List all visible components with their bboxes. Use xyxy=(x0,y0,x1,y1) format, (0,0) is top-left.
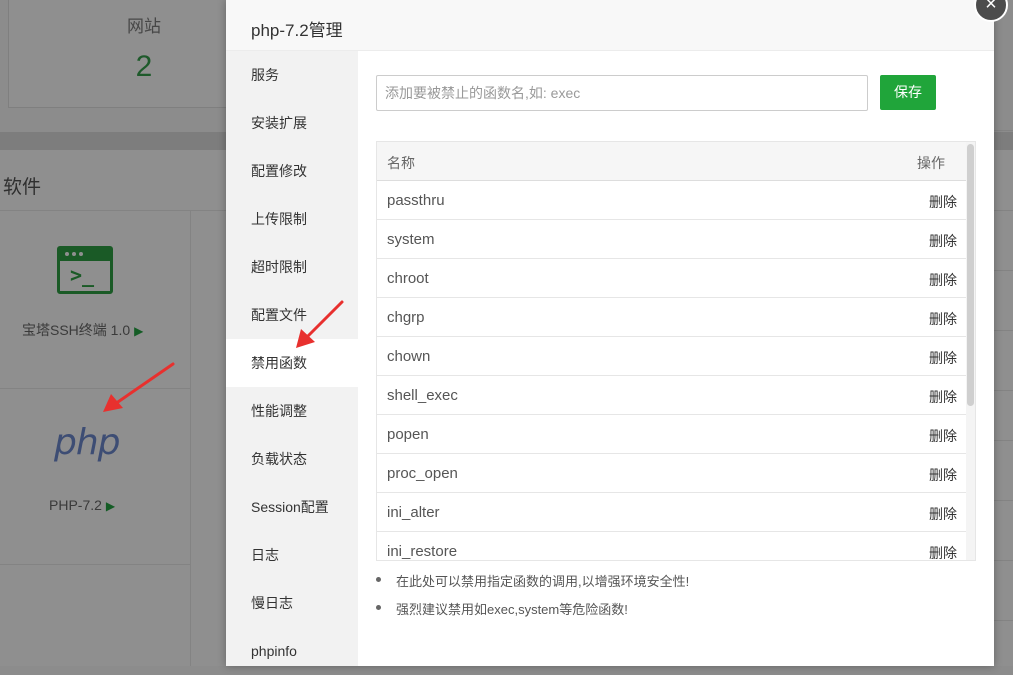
nav-item-slow-log[interactable]: 慢日志 xyxy=(226,579,358,627)
delete-link[interactable]: 删除 xyxy=(929,231,957,251)
tip-item: 在此处可以禁用指定函数的调用,以增强环境安全性! xyxy=(376,571,976,599)
tip-item: 强烈建议禁用如exec,system等危险函数! xyxy=(376,599,976,627)
save-button[interactable]: 保存 xyxy=(880,75,936,110)
table-row: chroot 删除 xyxy=(377,259,967,298)
tips-list: 在此处可以禁用指定函数的调用,以增强环境安全性! 强烈建议禁用如exec,sys… xyxy=(376,571,976,627)
column-header-name: 名称 xyxy=(387,155,415,171)
scrollbar-thumb[interactable] xyxy=(967,144,974,406)
function-name-input[interactable] xyxy=(376,75,868,111)
table-row: popen 删除 xyxy=(377,415,967,454)
table-row: system 删除 xyxy=(377,220,967,259)
table-row: passthru 删除 xyxy=(377,181,967,220)
disabled-functions-panel: 保存 名称 操作 passthru 删除 system 删除 chroot 删除 ch… xyxy=(358,51,994,666)
delete-link[interactable]: 删除 xyxy=(929,192,957,212)
php-app-label[interactable]: PHP-7.2 ▶ xyxy=(49,497,115,513)
delete-link[interactable]: 删除 xyxy=(929,426,957,446)
function-name: system xyxy=(387,231,435,248)
nav-item-service[interactable]: 服务 xyxy=(226,51,358,99)
delete-link[interactable]: 删除 xyxy=(929,309,957,329)
nav-item-upload-limit[interactable]: 上传限制 xyxy=(226,195,358,243)
php-logo-icon[interactable]: php xyxy=(54,422,121,463)
delete-link[interactable]: 删除 xyxy=(929,465,957,485)
php-manage-modal: php-7.2管理 服务 安装扩展 配置修改 上传限制 超时限制 配置文件 禁用… xyxy=(226,0,994,666)
nav-item-config-file[interactable]: 配置文件 xyxy=(226,291,358,339)
function-name: chown xyxy=(387,348,431,365)
table-row: ini_restore 删除 xyxy=(377,532,967,560)
table-row: proc_open 删除 xyxy=(377,454,967,493)
function-name: ini_alter xyxy=(387,504,440,521)
table-row: chgrp 删除 xyxy=(377,298,967,337)
disabled-functions-table: 名称 操作 passthru 删除 system 删除 chroot 删除 chgrp… xyxy=(376,141,976,561)
nav-item-config-edit[interactable]: 配置修改 xyxy=(226,147,358,195)
play-arrow-icon: ▶ xyxy=(134,324,144,338)
ssh-app-label[interactable]: 宝塔SSH终端 1.0 ▶ xyxy=(22,320,143,340)
modal-sidenav: 服务 安装扩展 配置修改 上传限制 超时限制 配置文件 禁用函数 性能调整 负载… xyxy=(226,51,358,666)
nav-item-timeout-limit[interactable]: 超时限制 xyxy=(226,243,358,291)
nav-item-disabled-functions[interactable]: 禁用函数 xyxy=(226,339,358,387)
function-name: chroot xyxy=(387,270,429,287)
modal-title: php-7.2管理 xyxy=(251,21,343,40)
terminal-icon[interactable]: >_ xyxy=(57,246,113,294)
nav-item-log[interactable]: 日志 xyxy=(226,531,358,579)
delete-link[interactable]: 删除 xyxy=(929,348,957,368)
table-row: ini_alter 删除 xyxy=(377,493,967,532)
nav-item-performance[interactable]: 性能调整 xyxy=(226,387,358,435)
table-row: shell_exec 删除 xyxy=(377,376,967,415)
table-row: chown 删除 xyxy=(377,337,967,376)
delete-link[interactable]: 删除 xyxy=(929,543,957,560)
function-name: proc_open xyxy=(387,465,458,482)
nav-item-session-config[interactable]: Session配置 xyxy=(226,483,358,531)
function-name: passthru xyxy=(387,192,445,209)
column-header-action: 操作 xyxy=(917,155,945,171)
nav-item-install-ext[interactable]: 安装扩展 xyxy=(226,99,358,147)
modal-header: php-7.2管理 xyxy=(226,0,994,51)
play-arrow-icon: ▶ xyxy=(105,499,116,513)
delete-link[interactable]: 删除 xyxy=(929,387,957,407)
delete-link[interactable]: 删除 xyxy=(929,504,957,524)
function-name: chgrp xyxy=(387,309,425,326)
delete-link[interactable]: 删除 xyxy=(929,270,957,290)
function-name: shell_exec xyxy=(387,387,458,404)
function-name: popen xyxy=(387,426,429,443)
function-name: ini_restore xyxy=(387,543,458,560)
table-scrollbar[interactable] xyxy=(966,142,975,560)
table-header: 名称 操作 xyxy=(377,142,967,181)
nav-item-load-status[interactable]: 负载状态 xyxy=(226,435,358,483)
nav-item-phpinfo[interactable]: phpinfo xyxy=(226,627,358,675)
software-title: 软件 xyxy=(3,177,42,198)
